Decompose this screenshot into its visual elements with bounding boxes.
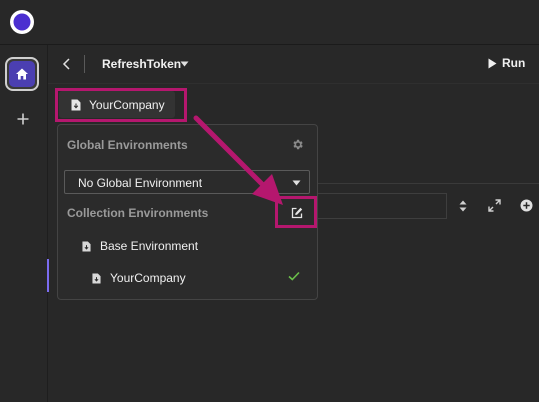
add-workspace-button[interactable]	[13, 109, 33, 129]
caret-down-icon[interactable]	[180, 61, 189, 67]
list-item-yourcompany[interactable]: YourCompany	[92, 271, 186, 285]
collection-environments-heading: Collection Environments	[67, 206, 209, 220]
divider	[84, 55, 85, 73]
gear-icon[interactable]	[291, 138, 304, 151]
global-environments-heading: Global Environments	[67, 138, 188, 152]
back-icon	[62, 58, 70, 70]
list-item-base-environment[interactable]: Base Environment	[82, 239, 198, 253]
run-label: Run	[502, 56, 526, 70]
play-icon	[488, 58, 497, 68]
plus-icon	[17, 113, 29, 125]
request-url-input[interactable]	[317, 193, 447, 219]
logo-icon[interactable]	[9, 9, 35, 35]
global-environment-select[interactable]: No Global Environment	[64, 170, 310, 194]
active-indicator	[47, 259, 49, 292]
home-button[interactable]	[5, 57, 39, 91]
request-header: RefreshToken Run	[48, 45, 539, 84]
back-button[interactable]	[60, 57, 74, 71]
divider	[317, 183, 539, 184]
environment-item-label: Base Environment	[100, 239, 199, 253]
add-circle-icon[interactable]	[520, 199, 533, 212]
home-icon	[16, 68, 28, 80]
run-button[interactable]: Run	[488, 56, 525, 70]
expand-icon[interactable]	[488, 199, 501, 212]
file-icon	[92, 273, 101, 283]
check-icon	[288, 271, 300, 281]
global-environment-value: No Global Environment	[78, 176, 203, 190]
request-title[interactable]: RefreshToken	[102, 57, 181, 71]
caret-down-icon	[292, 180, 301, 186]
top-bar	[0, 0, 539, 45]
file-icon	[82, 241, 91, 251]
sort-icon[interactable]	[459, 200, 467, 212]
annotation-highlight-box	[275, 196, 317, 228]
annotation-highlight-box	[55, 88, 187, 122]
environment-item-label: YourCompany	[110, 271, 186, 285]
sidebar-rail	[0, 45, 48, 402]
